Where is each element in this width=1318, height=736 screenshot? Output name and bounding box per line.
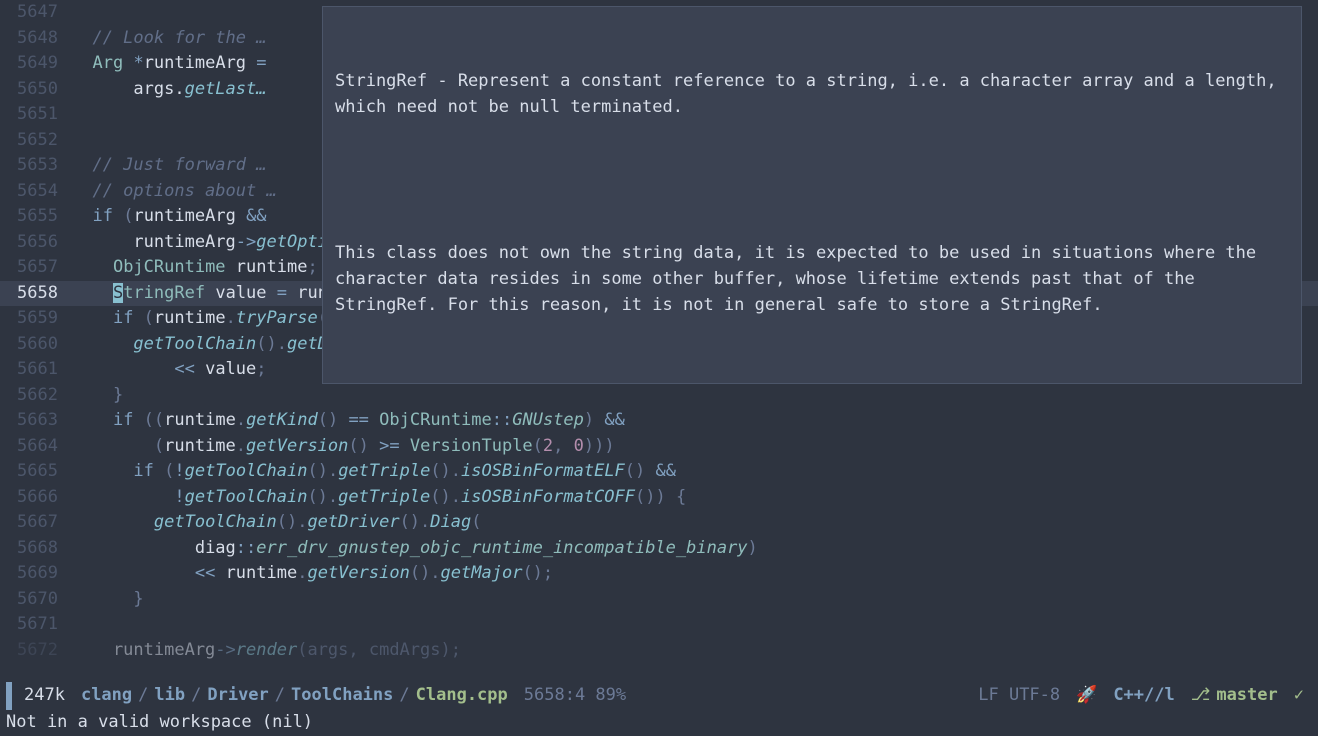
line-number: 5656 <box>0 230 72 256</box>
line-number: 5660 <box>0 332 72 358</box>
branch-icon: ⎇ <box>1191 683 1211 709</box>
code-area[interactable]: 5647 5648 // Look for the … 5649 Arg *ru… <box>0 0 1318 682</box>
line-number: 5655 <box>0 204 72 230</box>
line-number: 5663 <box>0 408 72 434</box>
file-path[interactable]: clang/lib/Driver/ToolChains/Clang.cpp <box>73 683 516 709</box>
lsp-status[interactable]: 🚀 <box>1068 683 1105 709</box>
code-line[interactable]: 5669 << runtime.getVersion().getMajor(); <box>0 561 1318 587</box>
code-line[interactable]: 5666 !getToolChain().getTriple().isOSBin… <box>0 485 1318 511</box>
type: Arg <box>92 53 123 73</box>
keyword: if <box>92 206 112 226</box>
line-number: 5649 <box>0 51 72 77</box>
checker-status[interactable]: ✓ <box>1286 683 1312 709</box>
comment: // Look for the … <box>72 28 266 48</box>
line-number: 5654 <box>0 179 72 205</box>
message-text: Not in a valid workspace (nil) <box>6 710 313 736</box>
line-number: 5672 <box>0 638 72 664</box>
cursor-position: 5658:4 89% <box>516 683 634 709</box>
code-line[interactable]: 5663 if ((runtime.getKind() == ObjCRunti… <box>0 408 1318 434</box>
line-number: 5659 <box>0 306 72 332</box>
line-number: 5669 <box>0 561 72 587</box>
cursor[interactable]: S <box>113 283 123 303</box>
line-number: 5658 <box>0 281 72 307</box>
line-number: 5664 <box>0 434 72 460</box>
hover-paragraph: StringRef - Represent a constant referen… <box>335 68 1289 121</box>
line-number: 5668 <box>0 536 72 562</box>
code-line[interactable]: 5671 <box>0 612 1318 638</box>
code-line[interactable]: 5662 } <box>0 383 1318 409</box>
type: ObjCRuntime <box>113 257 226 277</box>
hover-documentation[interactable]: StringRef - Represent a constant referen… <box>322 6 1302 384</box>
line-number: 5667 <box>0 510 72 536</box>
line-number: 5647 <box>0 0 72 26</box>
line-number: 5662 <box>0 383 72 409</box>
editor-root: 5647 5648 // Look for the … 5649 Arg *ru… <box>0 0 1318 736</box>
check-icon: ✓ <box>1294 683 1304 709</box>
code-line[interactable]: 5670 } <box>0 587 1318 613</box>
git-branch[interactable]: ⎇ master <box>1183 683 1286 709</box>
status-bar: 247k clang/lib/Driver/ToolChains/Clang.c… <box>0 682 1318 710</box>
type: tringRef <box>123 283 205 303</box>
line-number: 5652 <box>0 128 72 154</box>
code-line[interactable]: 5672 runtimeArg->render(args, cmdArgs); <box>0 638 1318 664</box>
rocket-icon: 🚀 <box>1076 683 1097 709</box>
code-line[interactable]: 5668 diag::err_drv_gnustep_objc_runtime_… <box>0 536 1318 562</box>
message-bar: Not in a valid workspace (nil) <box>0 710 1318 736</box>
comment: // Just forward … <box>72 155 266 175</box>
code-line[interactable]: 5667 getToolChain().getDriver().Diag( <box>0 510 1318 536</box>
line-number: 5657 <box>0 255 72 281</box>
line-number: 5661 <box>0 357 72 383</box>
line-number: 5648 <box>0 26 72 52</box>
line-number: 5670 <box>0 587 72 613</box>
file-size: 247k <box>16 683 73 709</box>
line-number: 5665 <box>0 459 72 485</box>
line-number: 5666 <box>0 485 72 511</box>
comment: // options about … <box>72 181 277 201</box>
code-line[interactable]: 5664 (runtime.getVersion() >= VersionTup… <box>0 434 1318 460</box>
hover-paragraph: This class does not own the string data,… <box>335 240 1289 319</box>
identifier: runtimeArg <box>144 53 246 73</box>
mode-indicator <box>6 682 12 710</box>
line-number: 5653 <box>0 153 72 179</box>
code-line[interactable]: 5665 if (!getToolChain().getTriple().isO… <box>0 459 1318 485</box>
language-mode[interactable]: C++//l <box>1105 683 1182 709</box>
encoding[interactable]: LF UTF-8 <box>970 683 1068 709</box>
line-number: 5650 <box>0 77 72 103</box>
function-call: getLast… <box>185 79 267 99</box>
line-number: 5651 <box>0 102 72 128</box>
line-number: 5671 <box>0 612 72 638</box>
